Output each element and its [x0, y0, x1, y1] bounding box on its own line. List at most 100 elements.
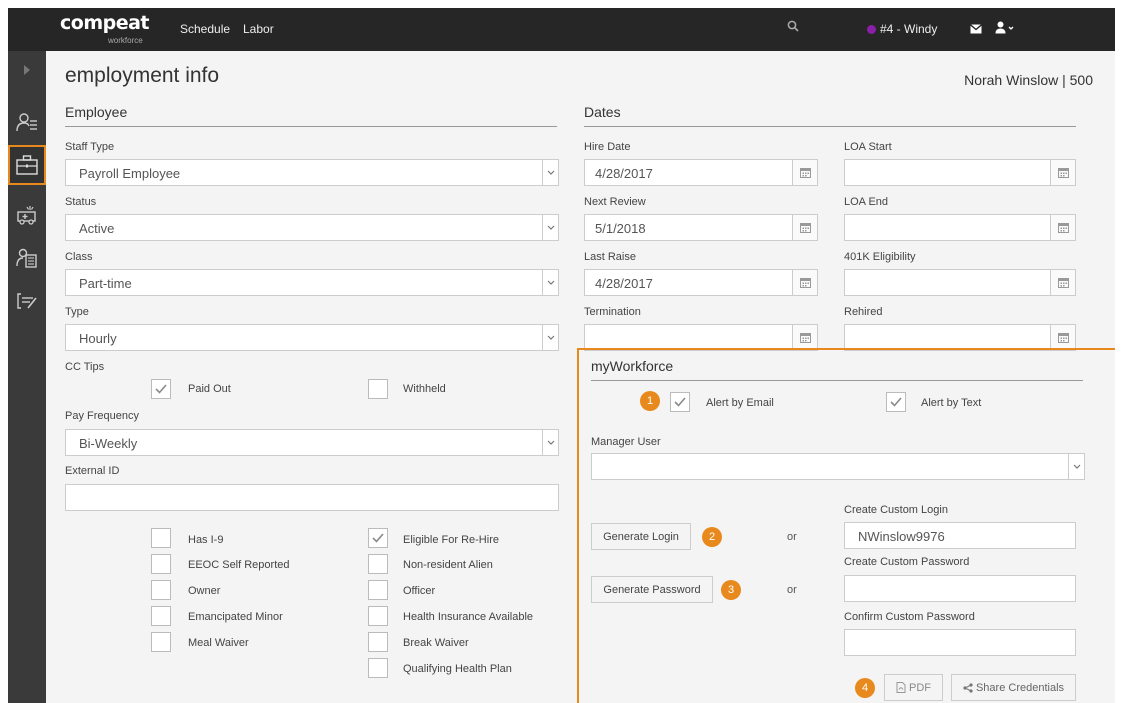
break-waiver-label: Break Waiver: [403, 637, 469, 649]
chevron-down-icon: [542, 325, 558, 350]
rehired-label: Rehired: [844, 306, 883, 318]
emancipated-minor-checkbox[interactable]: [151, 606, 171, 626]
class-value: Part-time: [79, 276, 132, 291]
class-select[interactable]: Part-time: [65, 269, 559, 296]
class-label: Class: [65, 251, 93, 263]
paid-out-checkbox[interactable]: [151, 379, 171, 399]
401k-eligibility-label: 401K Eligibility: [844, 251, 916, 263]
next-review-value: 5/1/2018: [595, 221, 646, 236]
rail-employment-info[interactable]: [8, 145, 46, 185]
checkmark-icon: [372, 533, 384, 543]
staff-type-select[interactable]: Payroll Employee: [65, 159, 559, 186]
pdf-file-icon: [896, 682, 906, 693]
calendar-icon[interactable]: [792, 159, 818, 186]
eligible-rehire-label: Eligible For Re-Hire: [403, 534, 499, 546]
pdf-button[interactable]: PDF: [884, 674, 943, 701]
rail-emergency[interactable]: [8, 196, 46, 234]
rail-employee-info[interactable]: [8, 103, 46, 141]
alert-email-checkbox[interactable]: [670, 392, 690, 412]
external-id-input[interactable]: [65, 484, 559, 511]
nav-labor[interactable]: Labor: [243, 22, 274, 36]
notes-icon: [17, 293, 37, 309]
status-select[interactable]: Active: [65, 214, 559, 241]
step-badge-2: 2: [702, 527, 722, 547]
alert-text-checkbox[interactable]: [886, 392, 906, 412]
user-menu-icon[interactable]: [995, 21, 1015, 37]
owner-label: Owner: [188, 585, 221, 597]
qualifying-health-plan-label: Qualifying Health Plan: [403, 663, 512, 675]
left-rail: [8, 51, 46, 703]
last-raise-input[interactable]: 4/28/2017: [584, 269, 818, 296]
confirm-password-label: Confirm Custom Password: [844, 611, 975, 623]
pay-frequency-value: Bi-Weekly: [79, 436, 138, 451]
next-review-label: Next Review: [584, 196, 646, 208]
owner-checkbox[interactable]: [151, 580, 171, 600]
emancipated-minor-label: Emancipated Minor: [188, 611, 283, 623]
break-waiver-checkbox[interactable]: [368, 632, 388, 652]
chevron-down-icon: [542, 270, 558, 295]
calendar-icon[interactable]: [1050, 269, 1076, 296]
hire-date-label: Hire Date: [584, 141, 631, 153]
last-raise-label: Last Raise: [584, 251, 636, 263]
custom-login-value: NWinslow9976: [858, 529, 945, 544]
pay-frequency-select[interactable]: Bi-Weekly: [65, 429, 559, 456]
search-icon[interactable]: [787, 20, 799, 35]
pay-frequency-label: Pay Frequency: [65, 410, 139, 422]
type-select[interactable]: Hourly: [65, 324, 559, 351]
rail-payroll[interactable]: [8, 239, 46, 277]
calendar-icon[interactable]: [1050, 159, 1076, 186]
has-i9-checkbox[interactable]: [151, 528, 171, 548]
alert-email-label: Alert by Email: [706, 397, 774, 409]
meal-waiver-checkbox[interactable]: [151, 632, 171, 652]
termination-input[interactable]: [584, 324, 818, 351]
location-selector[interactable]: #4 - Windy: [880, 22, 937, 36]
eligible-rehire-checkbox[interactable]: [368, 528, 388, 548]
employee-name-id: Norah Winslow | 500: [964, 72, 1093, 88]
cc-tips-label: CC Tips: [65, 361, 105, 373]
confirm-password-input[interactable]: [844, 629, 1076, 656]
compeat-logo[interactable]: compeat workforce: [60, 12, 150, 48]
has-i9-label: Has I-9: [188, 534, 224, 546]
health-insurance-checkbox[interactable]: [368, 606, 388, 626]
external-id-label: External ID: [65, 465, 120, 477]
generate-login-button[interactable]: Generate Login: [591, 523, 691, 550]
withheld-checkbox[interactable]: [368, 379, 388, 399]
calendar-icon[interactable]: [1050, 214, 1076, 241]
eeoc-self-reported-checkbox[interactable]: [151, 554, 171, 574]
expand-rail-button[interactable]: [8, 51, 46, 89]
chevron-right-icon: [24, 65, 30, 75]
health-insurance-label: Health Insurance Available: [403, 611, 534, 623]
mail-icon[interactable]: [970, 22, 982, 37]
loa-start-input[interactable]: [844, 159, 1076, 186]
share-credentials-button[interactable]: Share Credentials: [951, 674, 1076, 701]
rail-notes[interactable]: [8, 282, 46, 320]
share-icon: [963, 682, 973, 693]
custom-login-input[interactable]: NWinslow9976: [844, 522, 1076, 549]
rehired-input[interactable]: [844, 324, 1076, 351]
employee-card-icon: [16, 113, 37, 132]
termination-label: Termination: [584, 306, 641, 318]
manager-user-select[interactable]: [591, 453, 1085, 480]
nav-schedule[interactable]: Schedule: [180, 22, 230, 36]
generate-password-button[interactable]: Generate Password: [591, 576, 713, 603]
401k-eligibility-input[interactable]: [844, 269, 1076, 296]
next-review-input[interactable]: 5/1/2018: [584, 214, 818, 241]
chevron-down-icon: [542, 215, 558, 240]
hire-date-input[interactable]: 4/28/2017: [584, 159, 818, 186]
custom-password-label: Create Custom Password: [844, 556, 970, 568]
calendar-icon[interactable]: [792, 324, 818, 351]
step-badge-4: 4: [855, 678, 875, 698]
or-text: or: [787, 531, 797, 543]
checkmark-icon: [674, 397, 686, 407]
calendar-icon[interactable]: [1050, 324, 1076, 351]
type-label: Type: [65, 306, 89, 318]
custom-password-input[interactable]: [844, 575, 1076, 602]
calendar-icon[interactable]: [792, 214, 818, 241]
calendar-icon[interactable]: [792, 269, 818, 296]
loa-end-input[interactable]: [844, 214, 1076, 241]
qualifying-health-plan-checkbox[interactable]: [368, 658, 388, 678]
or-text: or: [787, 584, 797, 596]
staff-type-value: Payroll Employee: [79, 166, 181, 181]
officer-checkbox[interactable]: [368, 580, 388, 600]
non-resident-alien-checkbox[interactable]: [368, 554, 388, 574]
